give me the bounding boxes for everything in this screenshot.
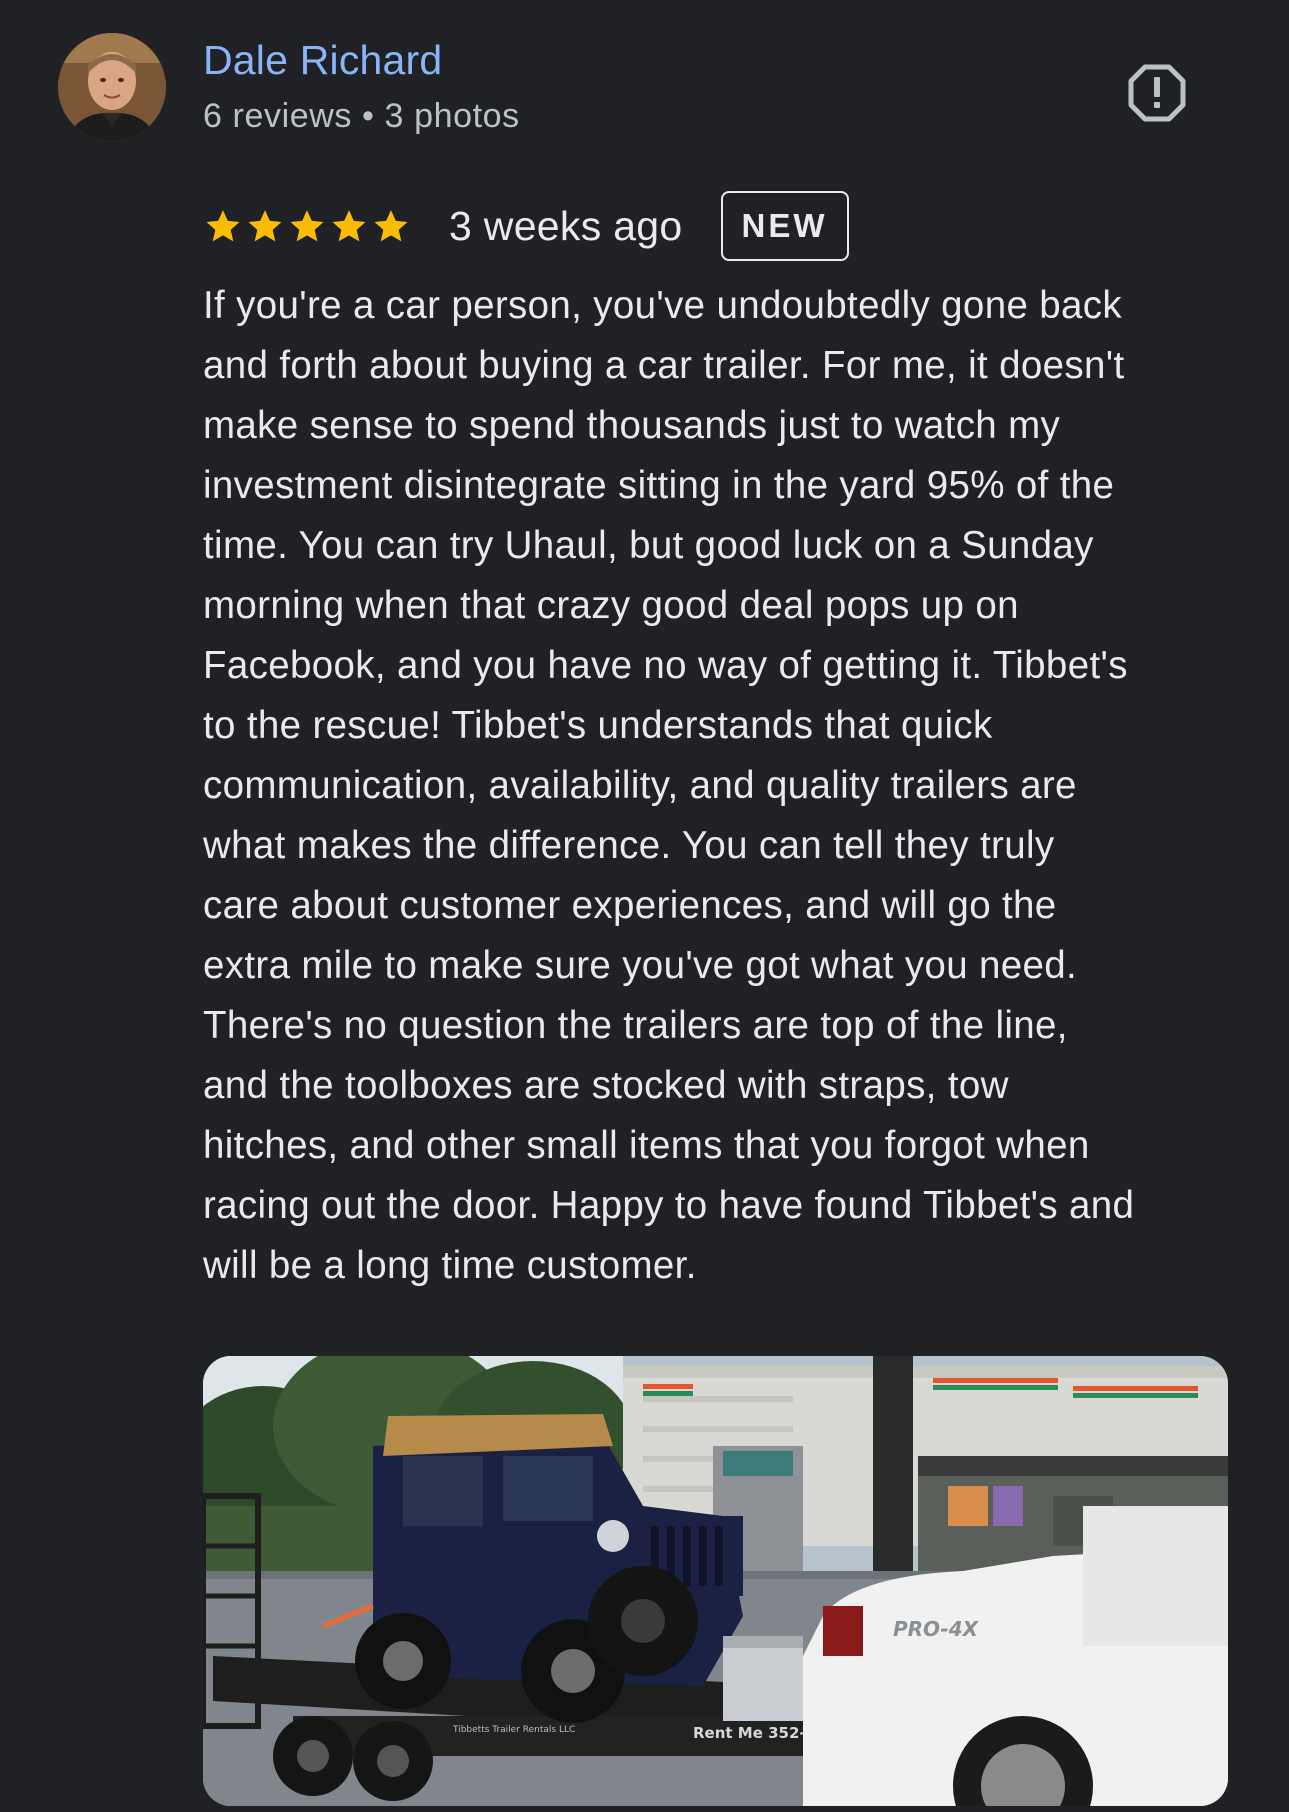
reviewer-name[interactable]: Dale Richard [203, 36, 442, 84]
review-card: Dale Richard 6 reviews • 3 photos 3 weeks … [0, 0, 1289, 1812]
new-badge: NEW [720, 191, 849, 261]
report-icon[interactable] [1128, 64, 1186, 122]
truck-badge-text: PRO-4X [893, 1617, 980, 1641]
photos-count: 3 photos [384, 97, 520, 135]
rating-row: 3 weeks ago NEW [203, 188, 849, 264]
meta-separator: • [362, 97, 375, 135]
star-rating [203, 206, 411, 246]
trailer-brand-text: Tibbetts Trailer Rentals LLC [452, 1725, 575, 1735]
review-text: If you're a car person, you've undoubted… [203, 284, 1135, 1287]
trailer-photo-image: Rent Me 352-275 Tibbetts Trailer Rentals… [203, 1356, 1228, 1806]
review-time: 3 weeks ago [449, 203, 683, 249]
star-icon [206, 210, 240, 242]
reviews-count: 6 reviews [203, 97, 353, 135]
star-icon [290, 210, 324, 242]
star-icon [374, 210, 408, 242]
star-icon [248, 210, 282, 242]
reviewer-meta: 6 reviews • 3 photos [203, 95, 520, 137]
avatar-image [58, 33, 166, 141]
avatar[interactable] [58, 33, 166, 141]
review-photo[interactable]: Rent Me 352-275 Tibbetts Trailer Rentals… [203, 1356, 1228, 1806]
star-icon [332, 210, 366, 242]
